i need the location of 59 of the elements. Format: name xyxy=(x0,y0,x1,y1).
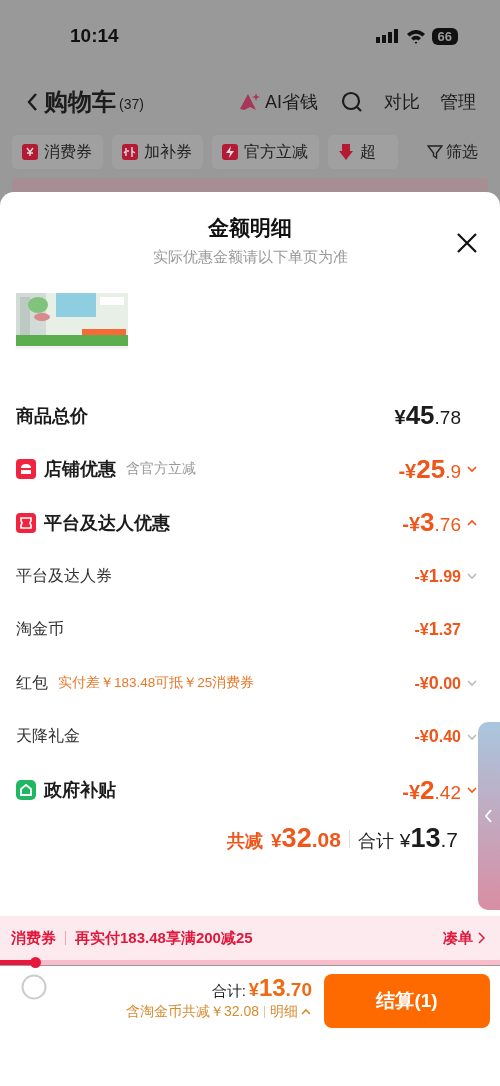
sheet-title: 金额明细 xyxy=(207,215,293,241)
sheet-subtitle: 实际优惠金额请以下单页为准 xyxy=(151,248,349,267)
row-label: 平台及达人优惠 xyxy=(44,511,170,535)
down-arrow-icon xyxy=(337,143,355,161)
row-note: 含官方立减 xyxy=(126,460,196,479)
row-label: 商品总价 xyxy=(16,404,88,428)
row-label: 红包 xyxy=(16,672,48,693)
discount-amount: -¥1.99 xyxy=(414,565,461,587)
saved-label: 共减 xyxy=(227,830,264,853)
price-amount: ¥45.78 xyxy=(394,400,461,432)
signal-icon xyxy=(375,29,400,43)
select-all-checkbox[interactable] xyxy=(21,974,47,1000)
status-time: 10:14 xyxy=(70,25,119,47)
coupon-message: 再实付183.48享满200减25 xyxy=(75,928,253,948)
total-amount: ¥13.7 xyxy=(399,823,458,854)
tag-icon xyxy=(121,143,139,161)
row-label: 店铺优惠 xyxy=(44,458,116,482)
nav-action[interactable]: 管理 xyxy=(440,90,476,114)
chevron-right-icon xyxy=(477,932,485,944)
nav-action[interactable]: 对比 xyxy=(384,90,420,114)
yen-tag-icon xyxy=(21,143,39,161)
filter-chip[interactable]: 官方立减 xyxy=(212,135,319,169)
lightning-icon xyxy=(221,143,239,161)
row-label: 政府补贴 xyxy=(44,779,116,803)
row-label: 平台及达人券 xyxy=(16,565,112,586)
filter-chip[interactable]: 加补券 xyxy=(112,135,203,169)
battery-indicator: 66 xyxy=(431,27,458,45)
close-icon xyxy=(456,232,478,254)
ai-save-button[interactable]: AI省钱 xyxy=(239,90,318,114)
total-amount: ¥13.70 xyxy=(248,974,312,1002)
saved-amount: ¥32.08 xyxy=(271,823,341,854)
search-icon[interactable] xyxy=(340,90,364,114)
filter-chip[interactable]: 超 xyxy=(328,135,398,169)
ticket-icon xyxy=(16,512,36,533)
house-icon xyxy=(16,780,36,801)
back-icon[interactable] xyxy=(26,92,38,112)
row-note: 实付差￥183.48可抵￥25消费券 xyxy=(58,674,255,693)
discount-amount: -¥1.37 xyxy=(414,619,461,641)
chevron-left-icon xyxy=(485,809,493,823)
wifi-icon xyxy=(405,28,426,44)
total-label: 合计 xyxy=(357,830,394,853)
add-items-link[interactable]: 凑单 xyxy=(443,928,485,948)
sparkle-logo-icon xyxy=(239,91,261,113)
discount-amount: -¥0.40 xyxy=(414,726,461,748)
row-label: 天降礼金 xyxy=(16,726,80,747)
total-label: 合计: xyxy=(211,982,246,1001)
discount-amount: -¥0.00 xyxy=(414,672,461,694)
discount-amount: -¥3.76 xyxy=(402,507,461,539)
page-title: 购物车 xyxy=(44,87,116,117)
shop-icon xyxy=(16,459,36,480)
coupon-tag: 消费券 xyxy=(11,928,56,948)
row-label: 淘金币 xyxy=(16,619,64,640)
item-count: (37) xyxy=(119,96,144,112)
filter-icon xyxy=(427,144,443,160)
discount-amount: -¥25.9 xyxy=(398,453,461,485)
discount-amount: -¥2.42 xyxy=(402,774,461,806)
progress-knob[interactable] xyxy=(30,957,41,968)
savings-note: 含淘金币共减￥32.08 xyxy=(125,1003,259,1021)
filter-chip[interactable]: 消费券 xyxy=(12,135,103,169)
